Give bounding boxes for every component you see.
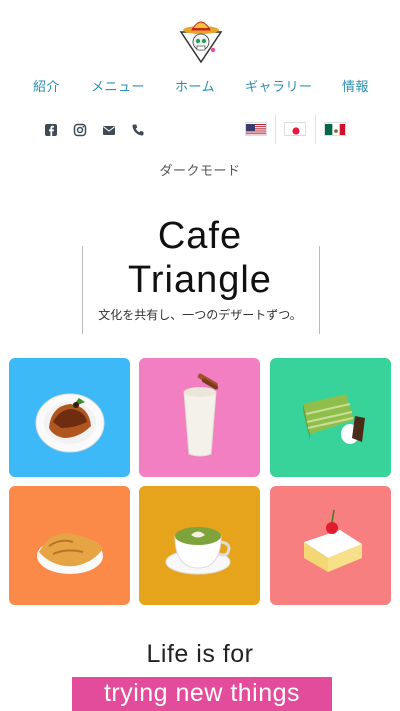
- tagline-line1: Life is for: [146, 640, 254, 668]
- facebook-icon[interactable]: [44, 122, 58, 136]
- matcha-latte-icon: [165, 527, 231, 575]
- hero-title-line1: Cafe: [157, 215, 243, 257]
- us-flag-icon[interactable]: [245, 122, 267, 136]
- nav-item-home[interactable]: ホーム: [175, 76, 215, 95]
- hero-title: Cafe Triangle: [0, 214, 400, 302]
- japan-flag-icon[interactable]: [284, 122, 306, 136]
- gallery-tile-matcha-latte[interactable]: [139, 486, 260, 605]
- hero-title-line2: Triangle: [128, 259, 272, 301]
- main-nav: 紹介 メニュー ホーム ギャラリー 情報: [0, 76, 400, 96]
- logo[interactable]: [178, 20, 224, 66]
- gallery-tile-taiyaki[interactable]: [9, 486, 130, 605]
- mail-icon[interactable]: [102, 122, 116, 136]
- flan-dessert-icon: [35, 393, 105, 453]
- matcha-crepe-cake-icon: [303, 394, 365, 444]
- nav-item-about[interactable]: 紹介: [33, 76, 60, 95]
- hero-subtitle: 文化を共有し、一つのデザートずつ。: [98, 308, 302, 322]
- horchata-drink-icon: [183, 373, 219, 457]
- taiyaki-icon: [37, 533, 103, 574]
- sugar-skull-logo-icon: [179, 21, 223, 64]
- gallery-tile-matcha-crepe[interactable]: [270, 358, 391, 477]
- flag-divider: [275, 114, 276, 144]
- flag-divider: [315, 114, 316, 144]
- nav-item-info[interactable]: 情報: [342, 76, 369, 95]
- phone-icon[interactable]: [131, 122, 145, 136]
- dark-mode-toggle[interactable]: ダークモード: [0, 160, 400, 179]
- tres-leches-cake-icon: [304, 509, 362, 572]
- gallery-tile-flan[interactable]: [9, 358, 130, 477]
- gallery-tile-horchata[interactable]: [139, 358, 260, 477]
- tagline-highlight: trying new things: [72, 677, 332, 711]
- gallery-tile-tres-leches[interactable]: [270, 486, 391, 605]
- instagram-icon[interactable]: [73, 122, 87, 137]
- nav-item-menu[interactable]: メニュー: [91, 76, 145, 95]
- nav-item-gallery[interactable]: ギャラリー: [245, 76, 313, 95]
- mexico-flag-icon[interactable]: [324, 122, 346, 136]
